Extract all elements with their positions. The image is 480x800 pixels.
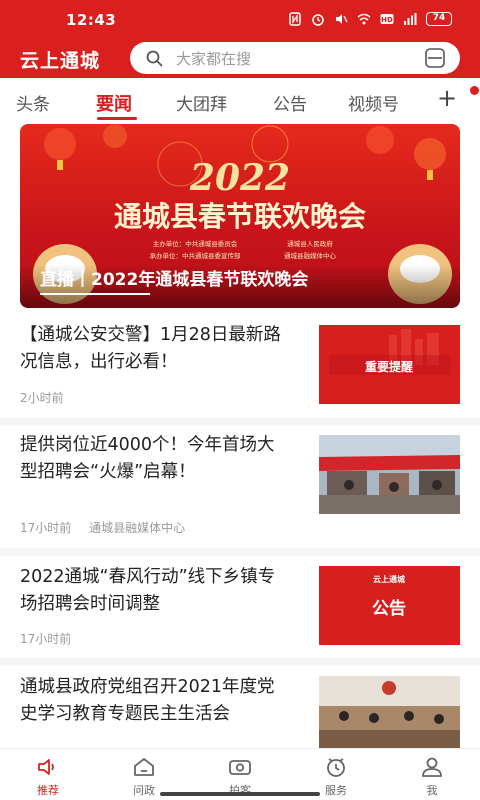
- app-header: 12:43 HD 74 云上通城 大家都在搜: [0, 0, 480, 78]
- svg-text:公告: 公告: [372, 598, 406, 619]
- tab-video[interactable]: 视频号: [348, 90, 399, 115]
- tab-new-year-greeting[interactable]: 大团拜: [176, 90, 227, 115]
- channel-tabs: 头条 要闻 大团拜 公告 视频号 +: [0, 84, 480, 122]
- hd-icon: HD: [380, 14, 394, 24]
- scan-icon[interactable]: [424, 48, 446, 68]
- poster-organizer-4: 通城县融媒体中心: [284, 251, 337, 260]
- home-icon: [134, 758, 154, 776]
- status-bar: 12:43 HD 74: [0, 0, 480, 40]
- divider: [0, 658, 480, 666]
- app-brand: 云上通城: [20, 50, 101, 72]
- alarm-icon: [312, 14, 324, 26]
- search-placeholder: 大家都在搜: [176, 50, 252, 68]
- wifi-icon: [357, 13, 371, 25]
- mute-icon: [336, 14, 348, 24]
- news-time: 17小时前: [20, 521, 72, 535]
- news-meta: 17小时前 通城县融媒体中心: [20, 519, 199, 536]
- tab-headlines[interactable]: 头条: [16, 90, 50, 115]
- news-meta: 17小时前: [20, 630, 85, 647]
- news-thumbnail: [319, 435, 460, 514]
- speaker-icon: [38, 759, 54, 775]
- poster-year: 2022: [189, 157, 290, 199]
- news-title: 2022通城“春风行动”线下乡镇专场招聘会时间调整: [20, 567, 276, 614]
- svg-text:云上通城: 云上通城: [373, 574, 405, 584]
- news-source: 通城县融媒体中心: [89, 521, 186, 535]
- news-thumbnail: 云上通城 公告: [319, 566, 460, 645]
- news-title: 通城县政府党组召开2021年度党史学习教育专题民主生活会: [20, 677, 275, 724]
- active-tab-indicator: [97, 117, 137, 120]
- nav-label: 我: [426, 784, 438, 797]
- news-thumbnail: 重要提醒: [319, 325, 460, 404]
- divider: [0, 548, 480, 556]
- svg-text:HD: HD: [381, 16, 393, 24]
- tab-announcements[interactable]: 公告: [273, 90, 307, 115]
- nav-label: 推荐: [37, 784, 59, 797]
- add-channel-icon[interactable]: +: [437, 84, 457, 112]
- news-time: 2小时前: [20, 391, 64, 405]
- status-icons: HD 74: [288, 12, 452, 26]
- announcement-thumb: 云上通城 公告: [319, 566, 460, 645]
- poster-title: 通城县春节联欢晚会: [114, 200, 366, 233]
- carousel-indicator: [40, 293, 150, 295]
- poster-organizer-3: 承办单位：中共通城县委宣传部: [150, 251, 242, 260]
- battery-indicator: 74: [426, 12, 452, 26]
- meeting-photo: [319, 676, 460, 748]
- job-fair-photo: [319, 435, 460, 514]
- status-time: 12:43: [66, 11, 117, 29]
- important-notice-thumb: 重要提醒: [319, 325, 460, 404]
- clock-icon: [327, 758, 345, 777]
- search-bar[interactable]: 大家都在搜: [130, 42, 460, 74]
- camera-icon: [229, 760, 251, 775]
- tab-news[interactable]: 要闻: [96, 90, 132, 116]
- nav-recommend[interactable]: 推荐: [18, 755, 78, 798]
- news-thumbnail: [319, 676, 460, 748]
- live-banner[interactable]: 2022 通城县春节联欢晚会 主办单位：中共通城县委员会 通城县人民政府 承办单…: [20, 124, 460, 308]
- signal-icon: [404, 13, 417, 25]
- notification-dot: [470, 86, 479, 95]
- divider: [0, 418, 480, 426]
- person-icon: [422, 757, 442, 777]
- search-icon: [146, 50, 163, 67]
- svg-text:重要提醒: 重要提醒: [365, 359, 413, 374]
- news-meta: 2小时前: [20, 389, 78, 406]
- poster-organizer-1: 主办单位：中共通城县委员会: [153, 239, 238, 248]
- news-title: 提供岗位近4000个！今年首场大型招聘会“火爆”启幕！: [20, 435, 275, 482]
- news-time: 17小时前: [20, 632, 72, 646]
- home-indicator: [160, 792, 320, 796]
- poster-organizer-2: 通城县人民政府: [287, 239, 333, 248]
- nfc-icon: [289, 12, 301, 26]
- nav-me[interactable]: 我: [402, 755, 462, 798]
- banner-caption: 直播丨2022年通城县春节联欢晚会: [40, 270, 309, 290]
- news-title: 【通城公安交警】1月28日最新路况信息，出行必看！: [20, 325, 281, 372]
